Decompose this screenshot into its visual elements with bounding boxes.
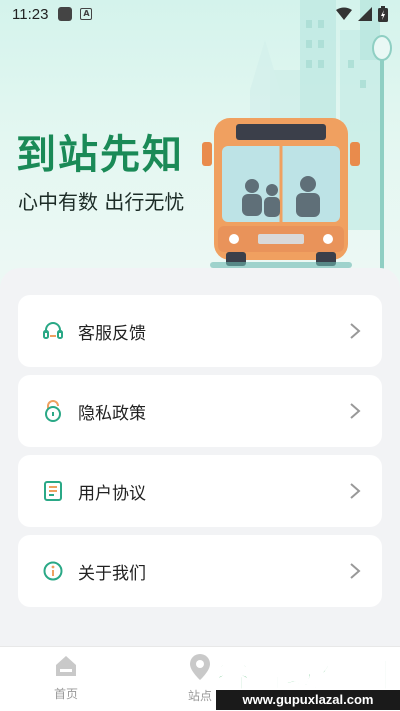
home-icon (56, 656, 76, 676)
watermark: 谷普软件园 www.gupuxlazal.com (215, 648, 400, 711)
menu-item-label: 隐私政策 (78, 403, 146, 424)
chevron-right-icon (350, 403, 361, 419)
status-bar: 11:23 A (0, 0, 400, 28)
menu-item-about-us[interactable]: 关于我们 (18, 535, 382, 607)
notification-icon (58, 7, 73, 21)
menu-item-privacy[interactable]: 隐私政策 (18, 375, 382, 447)
battery-icon (378, 6, 388, 22)
menu-item-user-agreement[interactable]: 用户协议 (18, 455, 382, 527)
tab-home[interactable]: 首页 (31, 653, 101, 702)
status-time: 11:23 (12, 5, 49, 23)
hero-banner: 到站先知 心中有数 出行无忧 (0, 0, 400, 300)
menu-item-feedback[interactable]: 客服反馈 (18, 295, 382, 367)
chevron-right-icon (350, 323, 361, 339)
wifi-icon (336, 7, 352, 20)
tab-label: 站点 (187, 689, 212, 703)
bus-illustration (202, 118, 360, 268)
tab-label: 首页 (53, 687, 78, 701)
chevron-right-icon (350, 563, 361, 579)
menu-panel: 客服反馈 隐私政策 用户协议 关于我们 (0, 268, 400, 658)
hero-subline: 心中有数 出行无忧 (18, 190, 185, 214)
location-pin-icon (190, 654, 210, 680)
signal-icon (358, 7, 372, 21)
document-icon (42, 480, 64, 502)
accessibility-icon: A (80, 8, 93, 20)
watermark-url: www.gupuxlazal.com (216, 690, 400, 710)
chevron-right-icon (350, 483, 361, 499)
headset-icon (42, 320, 64, 342)
hero-headline: 到站先知 (16, 132, 184, 178)
menu-item-label: 客服反馈 (78, 323, 146, 344)
lock-icon (42, 400, 64, 422)
menu-item-label: 用户协议 (78, 483, 146, 504)
info-icon (42, 560, 64, 582)
menu-item-label: 关于我们 (78, 563, 146, 584)
